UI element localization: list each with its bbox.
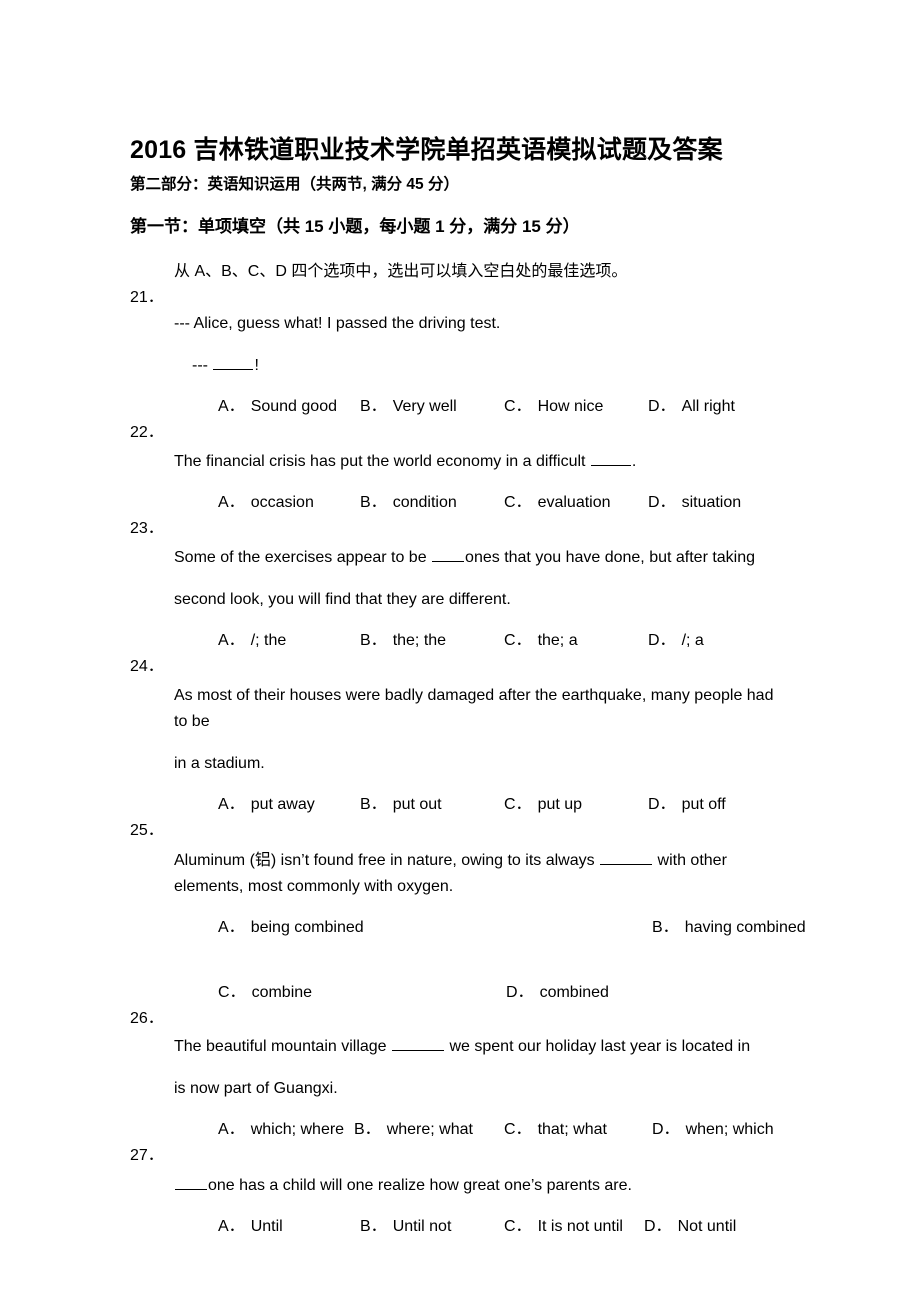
question-block: 22． The financial crisis has put the wor… (130, 420, 790, 516)
option-b[interactable]: B． condition (360, 490, 457, 516)
question-number: 23． (130, 520, 164, 537)
option-c[interactable]: C． the; a (504, 628, 578, 654)
option-b[interactable]: B． put out (360, 792, 442, 818)
answer-blank (600, 864, 653, 865)
question-text-line: The financial crisis has put the world e… (174, 453, 637, 470)
answer-blank (175, 1189, 207, 1190)
option-row: A． being combined B． having combined C． com… (174, 900, 806, 1006)
option-d[interactable]: D． Not until (644, 1214, 736, 1240)
option-d[interactable]: D． put off (648, 792, 726, 818)
instruction-text: 从 A、B、C、D 四个选项中，选出可以填入空白处的最佳选项。 (174, 263, 628, 280)
question-text-line: in a stadium. (174, 755, 265, 772)
question-block: 26． The beautiful mountain village we sp… (130, 1006, 790, 1143)
option-c[interactable]: C． It is not until (504, 1214, 623, 1240)
option-c[interactable]: C． evaluation (504, 490, 611, 516)
question-number: 26． (130, 1010, 164, 1027)
option-row: A． Sound good B． Very well C． How nice D． Al… (174, 379, 790, 420)
question-text-line: --- ! (192, 357, 259, 374)
option-b[interactable]: B． where; what (354, 1117, 473, 1143)
option-a[interactable]: A． Until (218, 1214, 283, 1240)
question-text-line: --- Alice, guess what! I passed the driv… (174, 315, 501, 332)
question-text-line: Aluminum (铝) isn’t found free in nature,… (174, 852, 727, 895)
option-row: A． occasion B． condition C． evaluation D． si… (174, 475, 790, 516)
question-text-line: As most of their houses were badly damag… (174, 687, 774, 730)
question-number: 24． (130, 658, 164, 675)
option-d[interactable]: D． situation (648, 490, 741, 516)
question-number: 22． (130, 424, 164, 441)
section-heading: 第一节：单项填空（共 15 小题，每小题 1 分，满分 15 分） (130, 217, 580, 236)
question-block: 23． Some of the exercises appear to be o… (130, 516, 790, 654)
option-a[interactable]: A． occasion (218, 490, 314, 516)
question-block: 25． Aluminum (铝) isn’t found free in nat… (130, 818, 806, 1006)
option-d[interactable]: D． All right (648, 394, 735, 420)
option-c[interactable]: C． How nice (504, 394, 603, 420)
part-heading: 第二部分：英语知识运用（共两节, 满分 45 分） (130, 176, 459, 193)
option-d[interactable]: D．/; a (648, 628, 704, 654)
option-d[interactable]: D． combined (506, 980, 609, 1006)
question-block: 27． one has a child will one realize how… (130, 1143, 790, 1240)
question-number: 25． (130, 822, 164, 839)
question-text-line: is now part of Guangxi. (174, 1080, 338, 1097)
question-text-line: one has a child will one realize how gre… (174, 1173, 790, 1199)
question-number: 27． (130, 1147, 164, 1164)
answer-blank (213, 369, 254, 370)
option-b[interactable]: B． Until not (360, 1214, 451, 1240)
question-text-line: second look, you will find that they are… (174, 591, 511, 608)
option-a[interactable]: A． Sound good (218, 394, 337, 420)
question-block: 21． --- Alice, guess what! I passed the … (130, 285, 790, 420)
option-row: A． Until B． Until not C． It is not until D．… (174, 1199, 790, 1240)
option-b[interactable]: B． Very well (360, 394, 457, 420)
page-title: 2016 吉林铁道职业技术学院单招英语模拟试题及答案 (130, 136, 723, 164)
option-b[interactable]: B． the; the (360, 628, 446, 654)
option-row: A． which; where B． where; what C． that; wha… (174, 1102, 790, 1143)
answer-blank (432, 561, 465, 562)
option-a[interactable]: A． which; where (218, 1117, 344, 1143)
answer-blank (590, 465, 631, 466)
question-number: 21． (130, 289, 164, 306)
option-a[interactable]: A． being combined (218, 915, 364, 941)
option-row: A． put away B． put out C． put up D． put off (174, 777, 790, 818)
option-a[interactable]: A． put away (218, 792, 315, 818)
question-block: 24． As most of their houses were badly d… (130, 654, 790, 818)
option-row: A．/; the B． the; the C． the; a D．/; a (174, 613, 790, 654)
question-text-line: Some of the exercises appear to be ones … (174, 549, 756, 566)
option-c[interactable]: C． combine (218, 980, 312, 1006)
option-c[interactable]: C． that; what (504, 1117, 607, 1143)
option-c[interactable]: C． put up (504, 792, 582, 818)
option-d[interactable]: D． when; which (652, 1117, 774, 1143)
answer-blank (392, 1050, 445, 1051)
option-a[interactable]: A．/; the (218, 628, 286, 654)
option-b[interactable]: B． having combined (652, 915, 806, 941)
question-text-line: The beautiful mountain village we spent … (174, 1038, 751, 1055)
document-page: 2016 吉林铁道职业技术学院单招英语模拟试题及答案 第二部分：英语知识运用（共… (0, 0, 920, 1302)
